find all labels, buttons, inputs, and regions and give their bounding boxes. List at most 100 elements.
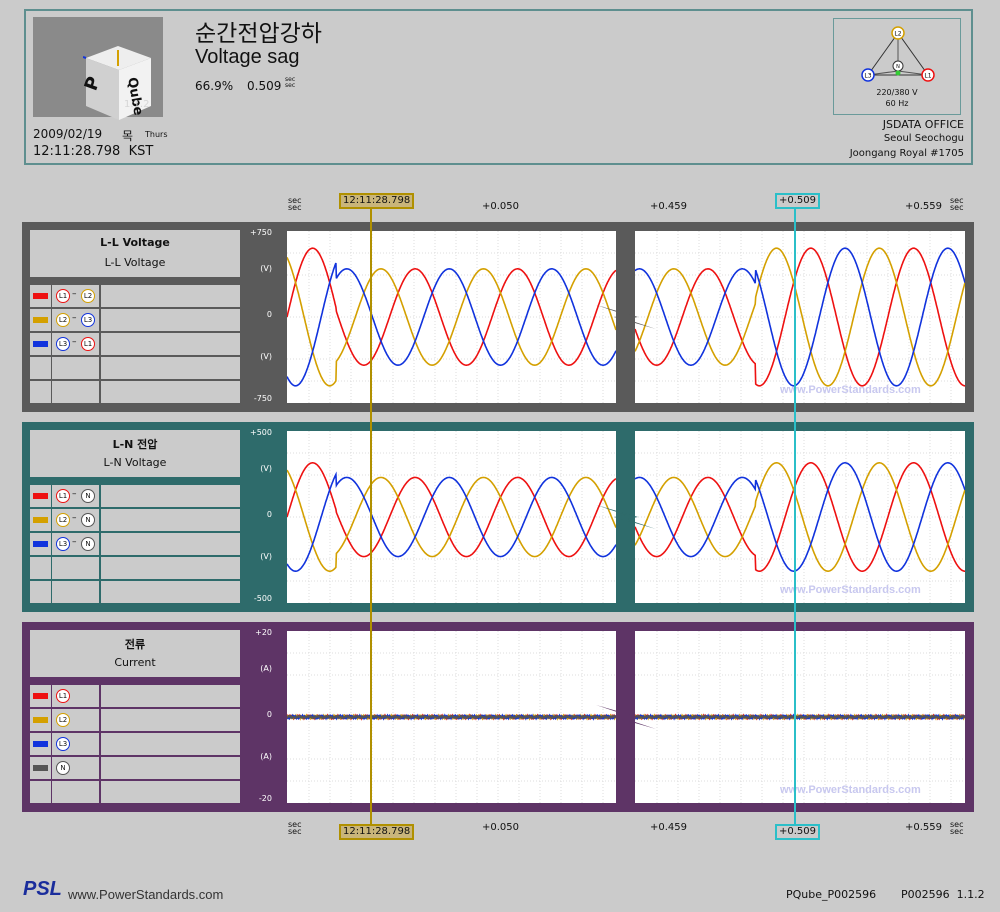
logo-version: 1.1.2 [124,99,150,110]
y-axis-label: -750 [253,394,272,403]
cursor-1-label-top[interactable]: 12:11:28.798 [339,193,415,209]
legend-row: L2 [30,709,240,731]
waveform-plot-start [287,431,616,603]
y-axis-label: (V) [260,464,272,473]
phase-l1-icon: L1 [56,489,70,503]
y-axis-label: (A) [260,664,272,673]
phase-l3-icon: L3 [56,737,70,751]
legend-row: L3 [30,733,240,755]
time-tick-0559-top: +0.559 [905,201,943,212]
legend-row: L1– L2 [30,285,240,307]
legend-swatch [33,765,48,771]
diagram-l3-label: L3 [864,73,871,80]
footer-serial: P002596 1.1.2 [901,888,985,901]
y-axis-label: -500 [253,594,272,603]
pqube-logo: P Qube 1.1.2 [33,17,163,120]
legend-swatch [33,541,48,547]
system-frequency: 60 Hz [885,99,909,108]
legend-row [30,781,240,803]
time-tick-0559-bottom: +0.559 [905,822,943,833]
legend-swatch [33,341,48,347]
panel-subtitle: L-L Voltage [104,256,166,269]
location-building: Joongang Royal #1705 [849,148,964,159]
watermark: www.PowerStandards.com [780,584,921,596]
diagram-l1-label: L1 [924,73,931,80]
system-voltage: 220/380 V [876,88,918,97]
footer-url[interactable]: www.PowerStandards.com [68,887,223,902]
legend-row: L2– L3 [30,309,240,331]
y-axis-label: (A) [260,752,272,761]
ln-voltage-panel: L-N 전압 L-N Voltage L1– N L2– N L3– N +500 (V) 0 (V)… [22,422,974,612]
cursor-2-line[interactable] [794,208,796,825]
current-panel: 전류 Current L1 L2 L3 N +20 (A) 0 (A) -20 www.PowerSt… [22,622,974,812]
sag-duration-unit: sec sec [285,76,296,89]
phase-n-icon: N [81,489,95,503]
watermark: www.PowerStandards.com [780,784,921,796]
y-axis-label: 0 [266,310,272,319]
legend-row: L1 [30,685,240,707]
waveform-plot-end [635,431,965,603]
phase-n-icon: N [81,537,95,551]
time-tick-0050-top: +0.050 [482,201,520,212]
waveform-plot-end [635,631,965,803]
y-axis-label: 0 [266,510,272,519]
waveform-plot-end [635,231,965,403]
cursor-1-label-bottom[interactable]: 12:11:28.798 [339,824,415,840]
y-axis-label: +750 [250,228,272,237]
legend-row: L3– L1 [30,333,240,355]
phase-l2-icon: L2 [56,313,70,327]
event-date: 2009/02/19 [33,127,103,141]
legend-swatch [33,493,48,499]
event-day-korean: 목 [122,129,134,143]
time-tick-0459-top: +0.459 [650,201,688,212]
y-axis-label: -20 [258,794,272,803]
time-tick-0050-bottom: +0.050 [482,822,520,833]
time-break-icon [596,505,656,529]
legend-row [30,557,240,579]
time-axis-unit-top-left: sec sec [288,196,302,212]
sag-duration: 0.509 [247,79,282,93]
panel-title-block: 전류 Current [30,630,240,677]
ll-voltage-panel: L-L Voltage L-L Voltage L1– L2 L2– L3 L3– L1 +75… [22,222,974,412]
y-axis-label: (V) [260,552,272,561]
y-axis-label: +20 [255,628,272,637]
event-day-english: Thurs [145,130,168,139]
phase-n-icon: N [81,513,95,527]
legend-swatch [33,693,48,699]
cursor-1-line[interactable] [370,208,372,825]
time-break-icon [596,705,656,729]
legend-row: N [30,757,240,779]
location-city: Seoul Seochogu [883,133,964,144]
y-axis-label: 0 [266,710,272,719]
diagram-l2-label: L2 [894,31,901,38]
waveform-plot-start [287,631,616,803]
legend-row: L1– N [30,485,240,507]
panel-title: 전류 [124,638,146,651]
panel-title-block: L-N 전압 L-N Voltage [30,430,240,477]
legend-row: L2– N [30,509,240,531]
y-axis-label: (V) [260,264,272,273]
event-title-english: Voltage sag [195,46,300,68]
panel-title-block: L-L Voltage L-L Voltage [30,230,240,277]
legend-row [30,381,240,403]
legend-swatch [33,717,48,723]
legend-swatch [33,317,48,323]
panel-title: L-L Voltage [100,236,170,249]
cursor-2-label-top[interactable]: +0.509 [775,193,821,209]
legend-row [30,357,240,379]
event-time: 12:11:28.798 KST [33,144,154,159]
cursor-2-label-bottom[interactable]: +0.509 [775,824,821,840]
panel-title: L-N 전압 [112,438,158,451]
footer-device-name: PQube_P002596 [786,888,877,901]
watermark: www.PowerStandards.com [780,384,921,396]
phase-l3-icon: L3 [56,337,70,351]
sag-depth: 66.9% [195,79,234,93]
phase-l3-icon: L3 [81,313,95,327]
time-axis-unit-bottom-right: sec sec [950,820,964,836]
legend-swatch [33,741,48,747]
phase-n-icon: N [56,761,70,775]
legend-row: L3– N [30,533,240,555]
phase-l2-icon: L2 [56,713,70,727]
phase-l1-icon: L1 [56,689,70,703]
location-name: JSDATA OFFICE [882,118,964,131]
